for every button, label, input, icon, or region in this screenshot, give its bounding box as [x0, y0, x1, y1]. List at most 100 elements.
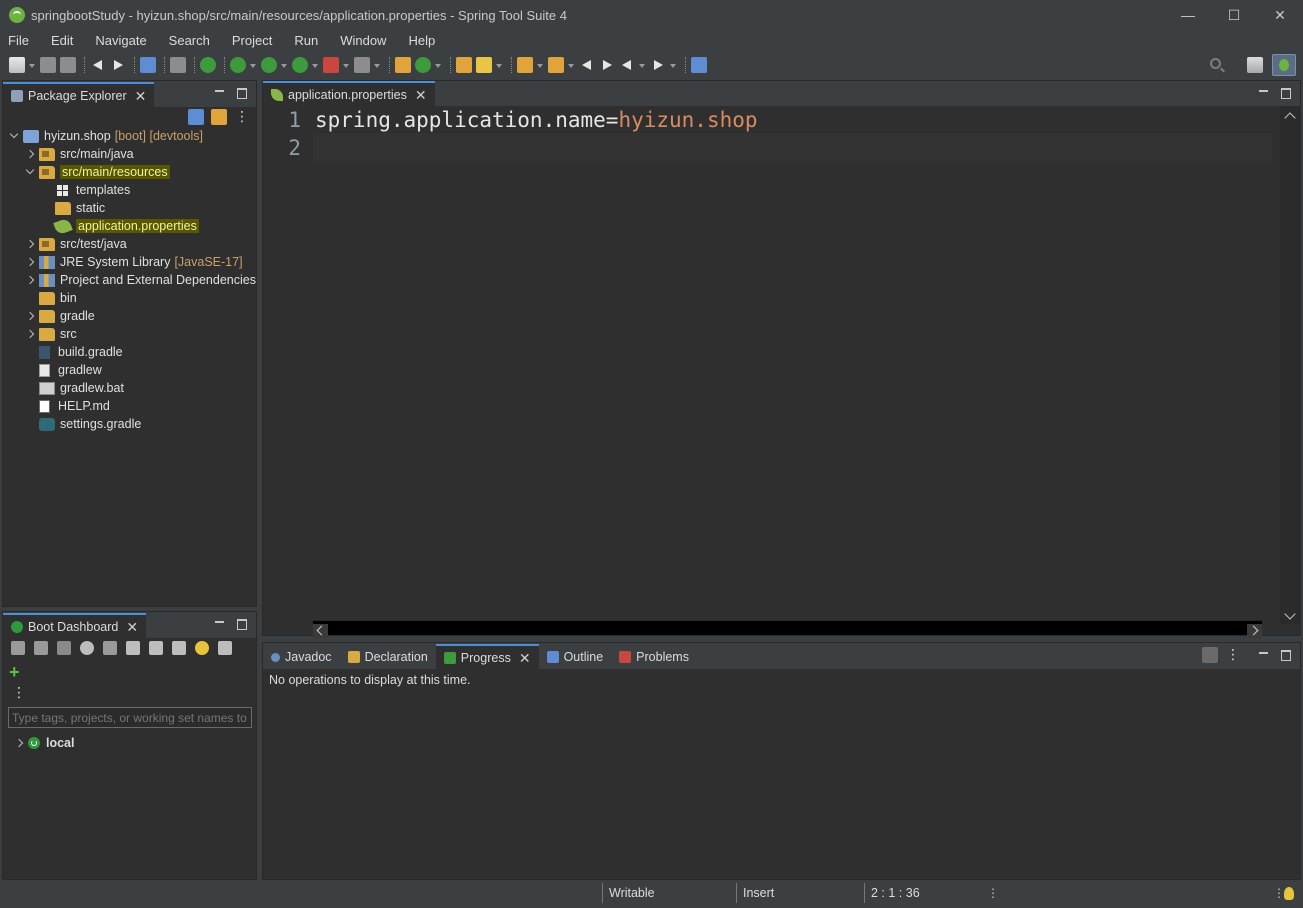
pen-icon[interactable]	[476, 57, 492, 73]
close-icon[interactable]: ✕	[415, 88, 427, 102]
coverage-icon[interactable]	[292, 57, 308, 73]
open-browser-icon[interactable]	[80, 641, 94, 655]
scroll-left-icon[interactable]	[313, 624, 328, 638]
terminal-icon[interactable]	[140, 57, 156, 73]
tree-node-src-test-java[interactable]: src/test/java	[25, 235, 127, 253]
stop-dropdown-icon[interactable]	[343, 57, 350, 73]
skip-breakpoints-icon[interactable]	[170, 57, 186, 73]
minimize-view-icon[interactable]	[212, 86, 228, 100]
close-icon[interactable]: ✕	[126, 620, 138, 634]
menu-edit[interactable]: Edit	[43, 33, 81, 48]
menu-navigate[interactable]: Navigate	[87, 33, 154, 48]
maximize-view-icon[interactable]	[1278, 648, 1294, 662]
last-edit-location-icon[interactable]	[579, 57, 595, 73]
back-dropdown-icon[interactable]	[639, 57, 646, 73]
tab-package-explorer[interactable]: Package Explorer ✕	[3, 82, 155, 107]
previous-annotation-dropdown-icon[interactable]	[568, 57, 575, 73]
minimize-view-icon[interactable]	[1256, 86, 1272, 100]
tree-node-help-md[interactable]: HELP.md	[37, 397, 110, 415]
collapse-icon[interactable]	[14, 738, 24, 748]
tab-application-properties[interactable]: application.properties ✕	[263, 81, 435, 106]
tree-node-src-main-resources[interactable]: src/main/resources	[25, 163, 170, 181]
tree-node-gradlew[interactable]: gradlew	[37, 361, 102, 379]
tree-node-build-gradle[interactable]: build.gradle	[37, 343, 123, 361]
remove-finished-icon[interactable]	[1202, 646, 1218, 663]
menu-run[interactable]: Run	[286, 33, 326, 48]
view-menu-icon[interactable]: ⋮	[1226, 646, 1240, 663]
status-cursor-position[interactable]: 2 : 1 : 36	[864, 883, 984, 903]
run-icon[interactable]	[261, 57, 277, 73]
minimize-view-icon[interactable]	[212, 617, 228, 631]
boot-filter-input[interactable]	[8, 707, 252, 728]
close-button[interactable]: ✕	[1257, 0, 1303, 30]
tree-node-project[interactable]: hyizun.shop [boot] [devtools]	[9, 127, 203, 145]
open-perspective-icon[interactable]	[1247, 57, 1263, 73]
open-type-icon[interactable]	[456, 57, 472, 73]
tree-node-bin[interactable]: bin	[39, 289, 77, 307]
code-editor[interactable]: 1 spring.application.name=hyizun.shop 2	[263, 106, 1300, 638]
tree-node-static[interactable]: static	[55, 199, 105, 217]
maximize-view-icon[interactable]	[234, 617, 250, 631]
maximize-view-icon[interactable]	[1278, 86, 1294, 100]
save-icon[interactable]	[40, 57, 56, 73]
menu-file[interactable]: File	[0, 33, 37, 48]
external-tools-icon[interactable]	[354, 57, 370, 73]
menu-help[interactable]: Help	[400, 33, 443, 48]
minimize-view-icon[interactable]	[1256, 648, 1272, 662]
horizontal-scrollbar[interactable]	[313, 620, 1262, 638]
scroll-down-icon[interactable]	[1284, 608, 1296, 620]
collapse-icon[interactable]	[25, 329, 35, 339]
expand-icon[interactable]	[25, 167, 35, 177]
collapse-icon[interactable]	[25, 275, 35, 285]
view-menu-icon[interactable]: ⋮	[12, 684, 26, 701]
link-icon[interactable]	[126, 641, 140, 655]
scroll-right-icon[interactable]	[1247, 624, 1262, 638]
tree-node-templates[interactable]: templates	[55, 181, 130, 199]
debug-icon[interactable]	[230, 57, 246, 73]
lightbulb-icon[interactable]	[195, 641, 209, 655]
tree-node-gradle[interactable]: gradle	[25, 307, 95, 325]
minimize-button[interactable]: —	[1165, 0, 1211, 30]
external-tools-dropdown-icon[interactable]	[374, 57, 381, 73]
tab-javadoc[interactable]: Javadoc	[263, 645, 340, 669]
lightbulb-icon[interactable]	[1284, 887, 1294, 900]
save-all-icon[interactable]	[60, 57, 76, 73]
new-icon[interactable]	[9, 57, 25, 73]
tree-node-application-properties[interactable]: application.properties	[53, 217, 199, 235]
collapse-icon[interactable]	[25, 257, 35, 267]
table-icon[interactable]	[172, 641, 186, 655]
menu-search[interactable]: Search	[161, 33, 218, 48]
next-edit-location-icon[interactable]	[599, 57, 615, 73]
pen-dropdown-icon[interactable]	[496, 57, 503, 73]
spring-perspective-icon[interactable]	[1272, 54, 1296, 76]
redo-icon[interactable]	[110, 57, 126, 73]
menu-window[interactable]: Window	[332, 33, 394, 48]
scroll-up-icon[interactable]	[1284, 112, 1296, 124]
new-class-dropdown-icon[interactable]	[435, 57, 442, 73]
debug-dropdown-icon[interactable]	[250, 57, 257, 73]
new-java-class-icon[interactable]	[415, 57, 431, 73]
tree-node-gradlew-bat[interactable]: gradlew.bat	[39, 379, 124, 397]
tree-node-dependencies[interactable]: Project and External Dependencies	[25, 271, 256, 289]
edit-icon[interactable]	[149, 641, 163, 655]
expand-icon[interactable]	[9, 131, 19, 141]
previous-annotation-icon[interactable]	[548, 57, 564, 73]
menu-project[interactable]: Project	[224, 33, 280, 48]
vertical-scrollbar[interactable]	[1280, 106, 1300, 624]
next-annotation-icon[interactable]	[517, 57, 533, 73]
restart-icon[interactable]	[11, 641, 25, 655]
code-line[interactable]: 2	[263, 134, 315, 162]
tab-progress[interactable]: Progress ✕	[435, 644, 539, 669]
next-annotation-dropdown-icon[interactable]	[537, 57, 544, 73]
close-icon[interactable]: ✕	[135, 89, 147, 103]
tree-node-settings-gradle[interactable]: settings.gradle	[39, 415, 141, 433]
new-dropdown-icon[interactable]	[29, 57, 36, 73]
tree-node-local[interactable]: local	[14, 734, 75, 752]
undo-icon[interactable]	[90, 57, 106, 73]
tree-node-src-main-java[interactable]: src/main/java	[25, 145, 134, 163]
boot-power-icon[interactable]	[200, 57, 216, 73]
back-icon[interactable]	[619, 57, 635, 73]
tab-outline[interactable]: Outline	[539, 645, 612, 669]
tab-declaration[interactable]: Declaration	[340, 645, 436, 669]
maximize-view-icon[interactable]	[234, 86, 250, 100]
